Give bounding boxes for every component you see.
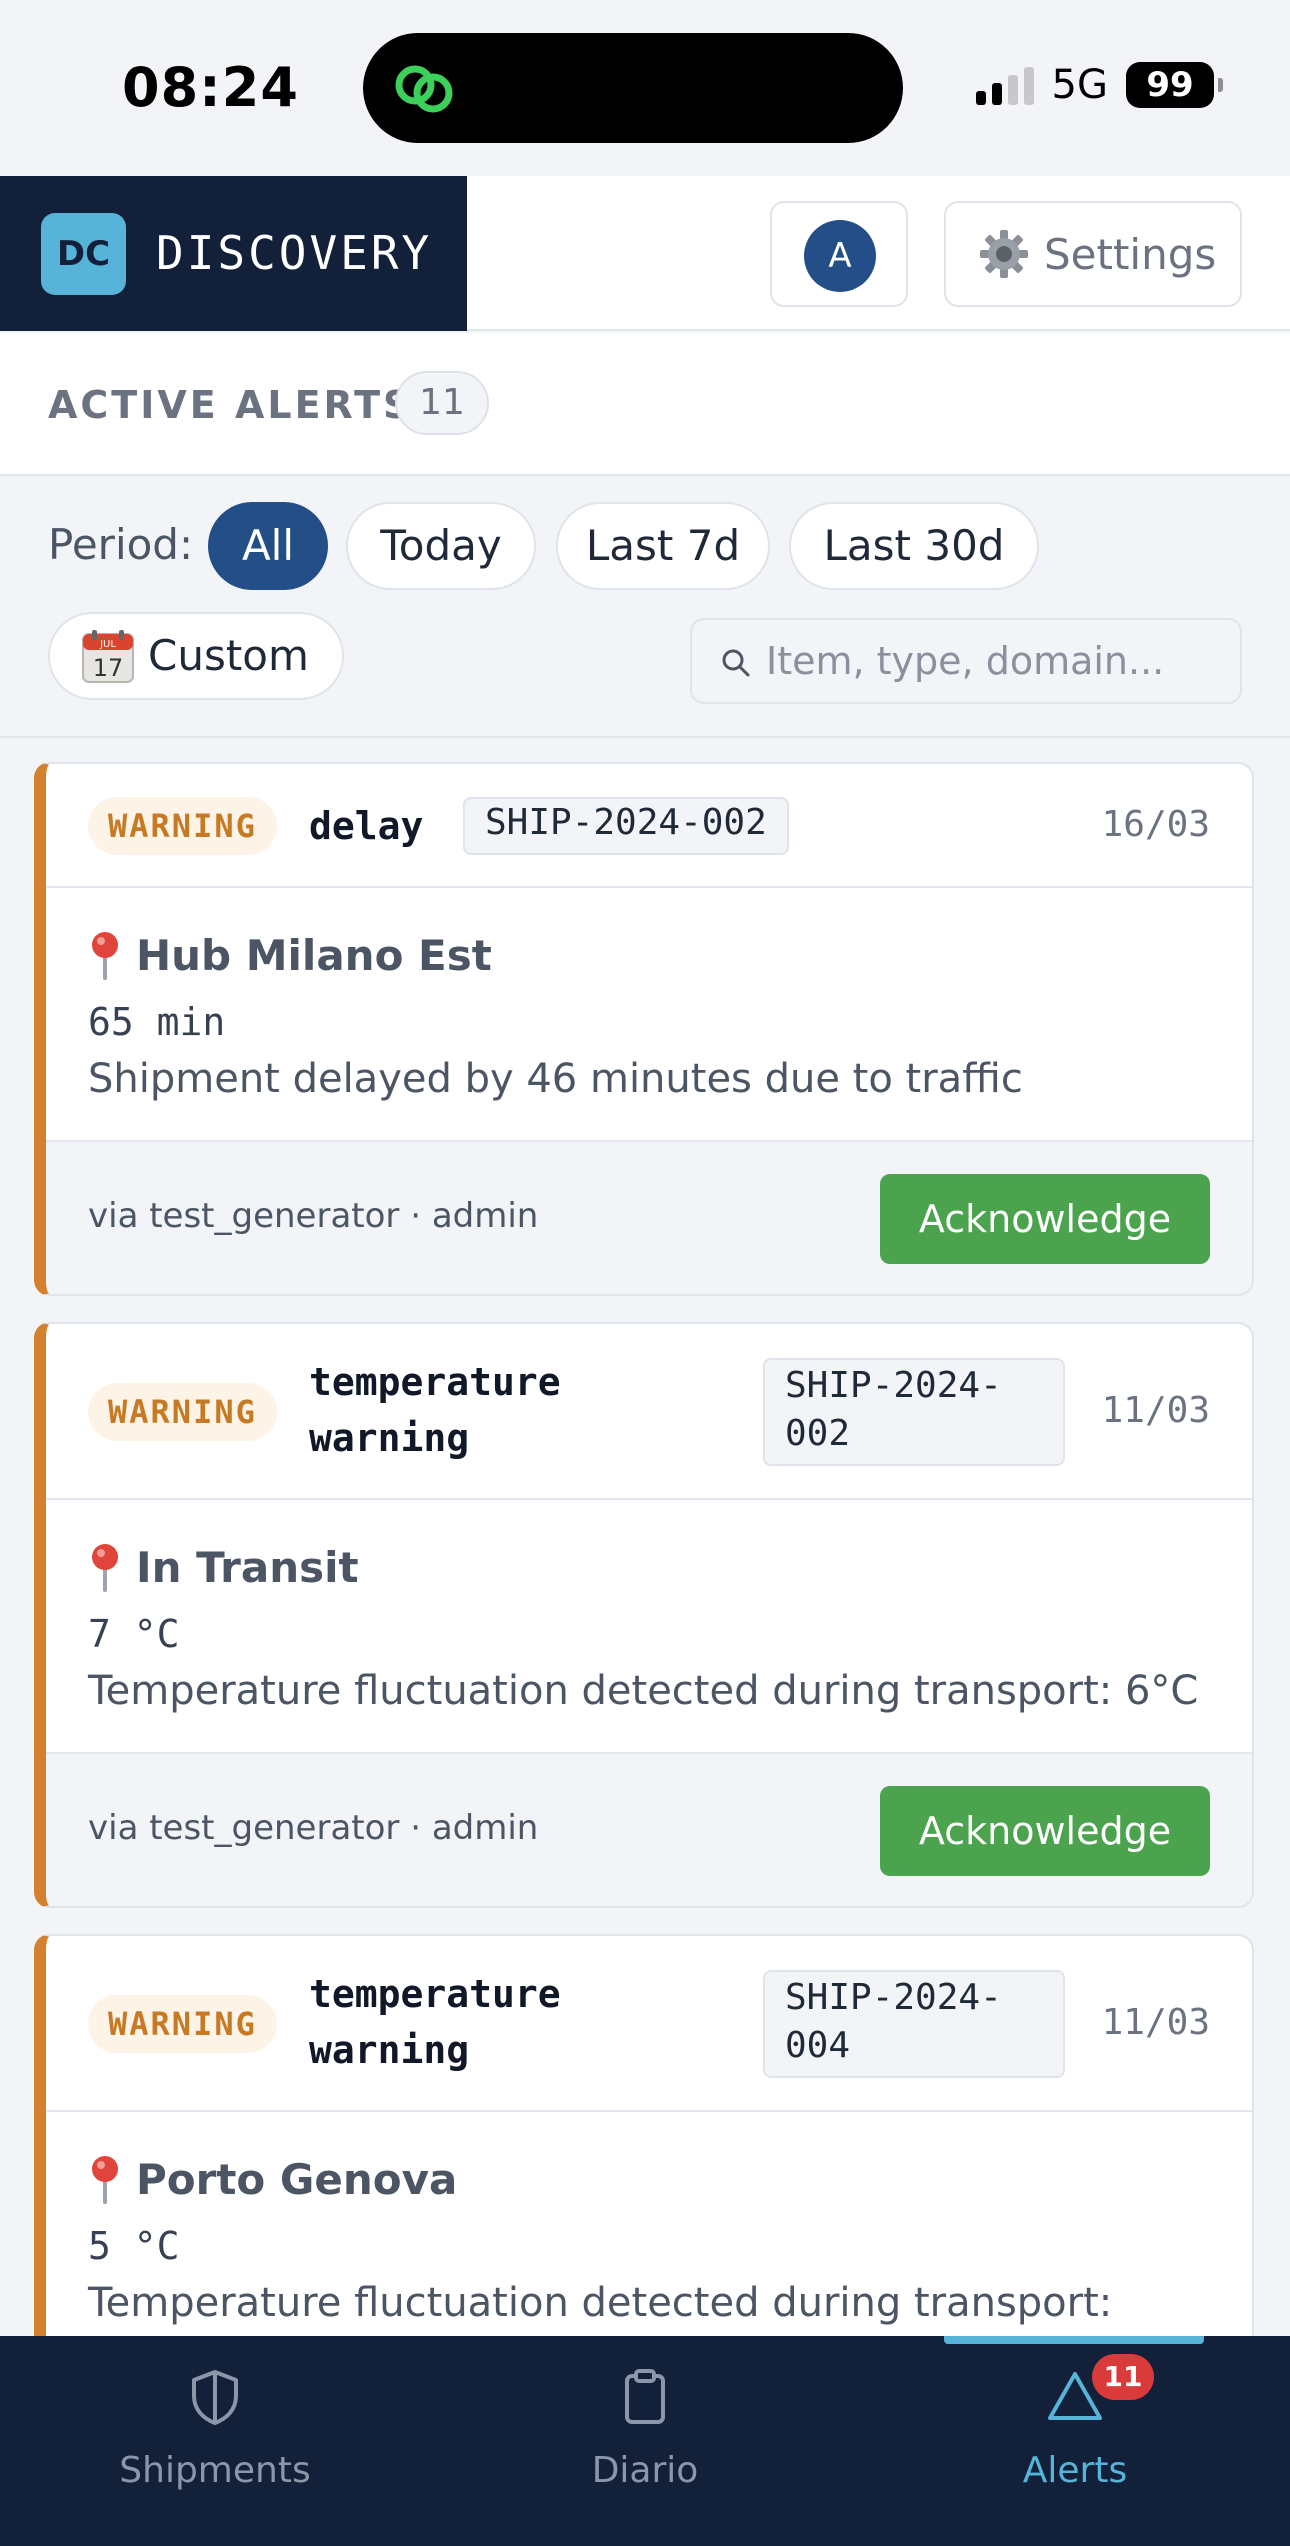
bottom-nav: Shipments Diario 11 Alerts xyxy=(0,2336,1290,2546)
alert-card: WARNING temperature warning SHIP-2024- 0… xyxy=(34,1934,1254,2394)
shipment-tag-line: SHIP-2024- xyxy=(785,1365,1002,1406)
status-time: 08:24 xyxy=(122,56,299,119)
avatar: A xyxy=(804,220,876,292)
calendar-icon: JUL 17 xyxy=(82,630,134,683)
shipment-tag[interactable]: SHIP-2024-002 xyxy=(463,797,789,855)
alert-card: WARNING delay SHIP-2024-002 16/03 Hub Mi… xyxy=(34,762,1254,1296)
alert-type: temperature warning xyxy=(309,1354,561,1466)
severity-badge: WARNING xyxy=(88,1383,277,1441)
alert-date: 11/03 xyxy=(1101,1390,1210,1431)
nav-label: Diario xyxy=(591,2450,699,2491)
alert-date: 16/03 xyxy=(1101,804,1210,845)
period-label: Period: xyxy=(48,520,194,569)
alert-card-footer: via test_generator · admin Acknowledge xyxy=(46,1754,1252,1906)
brand-name: DISCOVERY xyxy=(156,226,433,280)
alert-card-body: In Transit 7 °C Temperature fluctuation … xyxy=(46,1500,1252,1754)
alert-message: Temperature fluctuation detected during … xyxy=(88,2280,1113,2326)
nav-item-diario[interactable]: Diario xyxy=(430,2336,860,2546)
shipment-tag[interactable]: SHIP-2024- 004 xyxy=(763,1970,1065,2078)
alerts-header: ACTIVE ALERTS 11 xyxy=(0,333,1290,476)
alert-card-header: WARNING delay SHIP-2024-002 16/03 xyxy=(46,764,1252,888)
shipment-tag-line: 004 xyxy=(785,2025,851,2066)
pin-icon xyxy=(92,932,118,980)
alert-type-line: temperature xyxy=(309,1360,561,1404)
acknowledge-button[interactable]: Acknowledge xyxy=(880,1174,1210,1264)
status-bar: 08:24 5G 99 xyxy=(0,0,1290,176)
status-indicators: 5G 99 xyxy=(975,60,1223,110)
settings-label: Settings xyxy=(1044,229,1217,279)
nav-item-shipments[interactable]: Shipments xyxy=(0,2336,430,2546)
nav-label: Alerts xyxy=(1022,2450,1128,2491)
shipment-tag-line: SHIP-2024- xyxy=(785,1977,1002,2018)
app-header: DC DISCOVERY A Settings xyxy=(0,176,1290,331)
alert-type: delay xyxy=(309,804,424,848)
location-label: Porto Genova xyxy=(136,2154,458,2204)
location-label: In Transit xyxy=(136,1542,359,1592)
nav-item-alerts[interactable]: 11 Alerts xyxy=(860,2336,1290,2546)
alert-card-header: WARNING temperature warning SHIP-2024- 0… xyxy=(46,1936,1252,2112)
clipboard-icon xyxy=(625,2369,665,2424)
search-input[interactable] xyxy=(766,620,1226,702)
alerts-nav-badge: 11 xyxy=(1092,2354,1154,2400)
alerts-count-badge: 11 xyxy=(395,371,489,435)
user-menu-button[interactable]: A xyxy=(770,201,908,307)
alert-card-body: Porto Genova 5 °C Temperature fluctuatio… xyxy=(46,2112,1252,2366)
search-box[interactable] xyxy=(690,618,1242,704)
page-title: ACTIVE ALERTS xyxy=(48,383,414,427)
alert-type-line: warning xyxy=(309,1416,470,1460)
acknowledge-button[interactable]: Acknowledge xyxy=(880,1786,1210,1876)
severity-badge: WARNING xyxy=(88,1995,277,2053)
settings-button[interactable]: Settings xyxy=(944,201,1242,307)
shield-icon xyxy=(192,2370,238,2425)
search-icon xyxy=(722,649,750,677)
shipment-tag-line: 002 xyxy=(785,1413,851,1454)
nav-label: Shipments xyxy=(119,2450,311,2491)
calendar-month: JUL xyxy=(99,639,116,650)
alert-location: In Transit xyxy=(88,1542,359,1592)
alert-type-line: warning xyxy=(309,2028,470,2072)
period-chip-last-7d[interactable]: Last 7d xyxy=(556,502,770,590)
alert-card: WARNING temperature warning SHIP-2024- 0… xyxy=(34,1322,1254,1908)
calendar-day: 17 xyxy=(93,654,124,682)
location-label: Hub Milano Est xyxy=(136,930,492,980)
alert-card-footer: via test_generator · admin Acknowledge xyxy=(46,1142,1252,1294)
gear-icon xyxy=(980,230,1028,278)
alert-type-line: temperature xyxy=(309,1972,561,2016)
alert-message: Temperature fluctuation detected during … xyxy=(88,1668,1199,1714)
alert-date: 11/03 xyxy=(1101,2002,1210,2043)
alert-value: 7 °C xyxy=(88,1612,180,1656)
brand[interactable]: DC DISCOVERY xyxy=(0,176,467,331)
alert-value: 5 °C xyxy=(88,2224,180,2268)
severity-badge: WARNING xyxy=(88,797,277,855)
alert-card-body: Hub Milano Est 65 min Shipment delayed b… xyxy=(46,888,1252,1142)
alert-value: 65 min xyxy=(88,1000,226,1044)
alert-source: via test_generator · admin xyxy=(88,1196,539,1236)
alert-source: via test_generator · admin xyxy=(88,1808,539,1848)
filters-bar: Period: All Today Last 7d Last 30d JUL 1… xyxy=(0,478,1290,738)
dynamic-island xyxy=(363,33,903,143)
network-type: 5G xyxy=(1051,62,1108,108)
alert-location: Hub Milano Est xyxy=(88,930,492,980)
period-chip-last-30d[interactable]: Last 30d xyxy=(789,502,1039,590)
alert-message: Shipment delayed by 46 minutes due to tr… xyxy=(88,1056,1023,1102)
link-chain-icon xyxy=(395,65,453,113)
pin-icon xyxy=(92,1544,118,1592)
period-chip-today[interactable]: Today xyxy=(346,502,536,590)
pin-icon xyxy=(92,2156,118,2204)
alert-type: temperature warning xyxy=(309,1966,561,2078)
brand-logo: DC xyxy=(41,213,126,295)
period-chip-all[interactable]: All xyxy=(208,502,328,590)
cellular-signal-icon xyxy=(975,65,1034,105)
shipment-tag[interactable]: SHIP-2024- 002 xyxy=(763,1358,1065,1466)
alert-location: Porto Genova xyxy=(88,2154,457,2204)
alert-card-header: WARNING temperature warning SHIP-2024- 0… xyxy=(46,1324,1252,1500)
custom-label: Custom xyxy=(148,631,309,680)
battery-icon: 99 xyxy=(1126,62,1223,108)
period-chip-custom[interactable]: JUL 17 Custom xyxy=(48,612,344,700)
